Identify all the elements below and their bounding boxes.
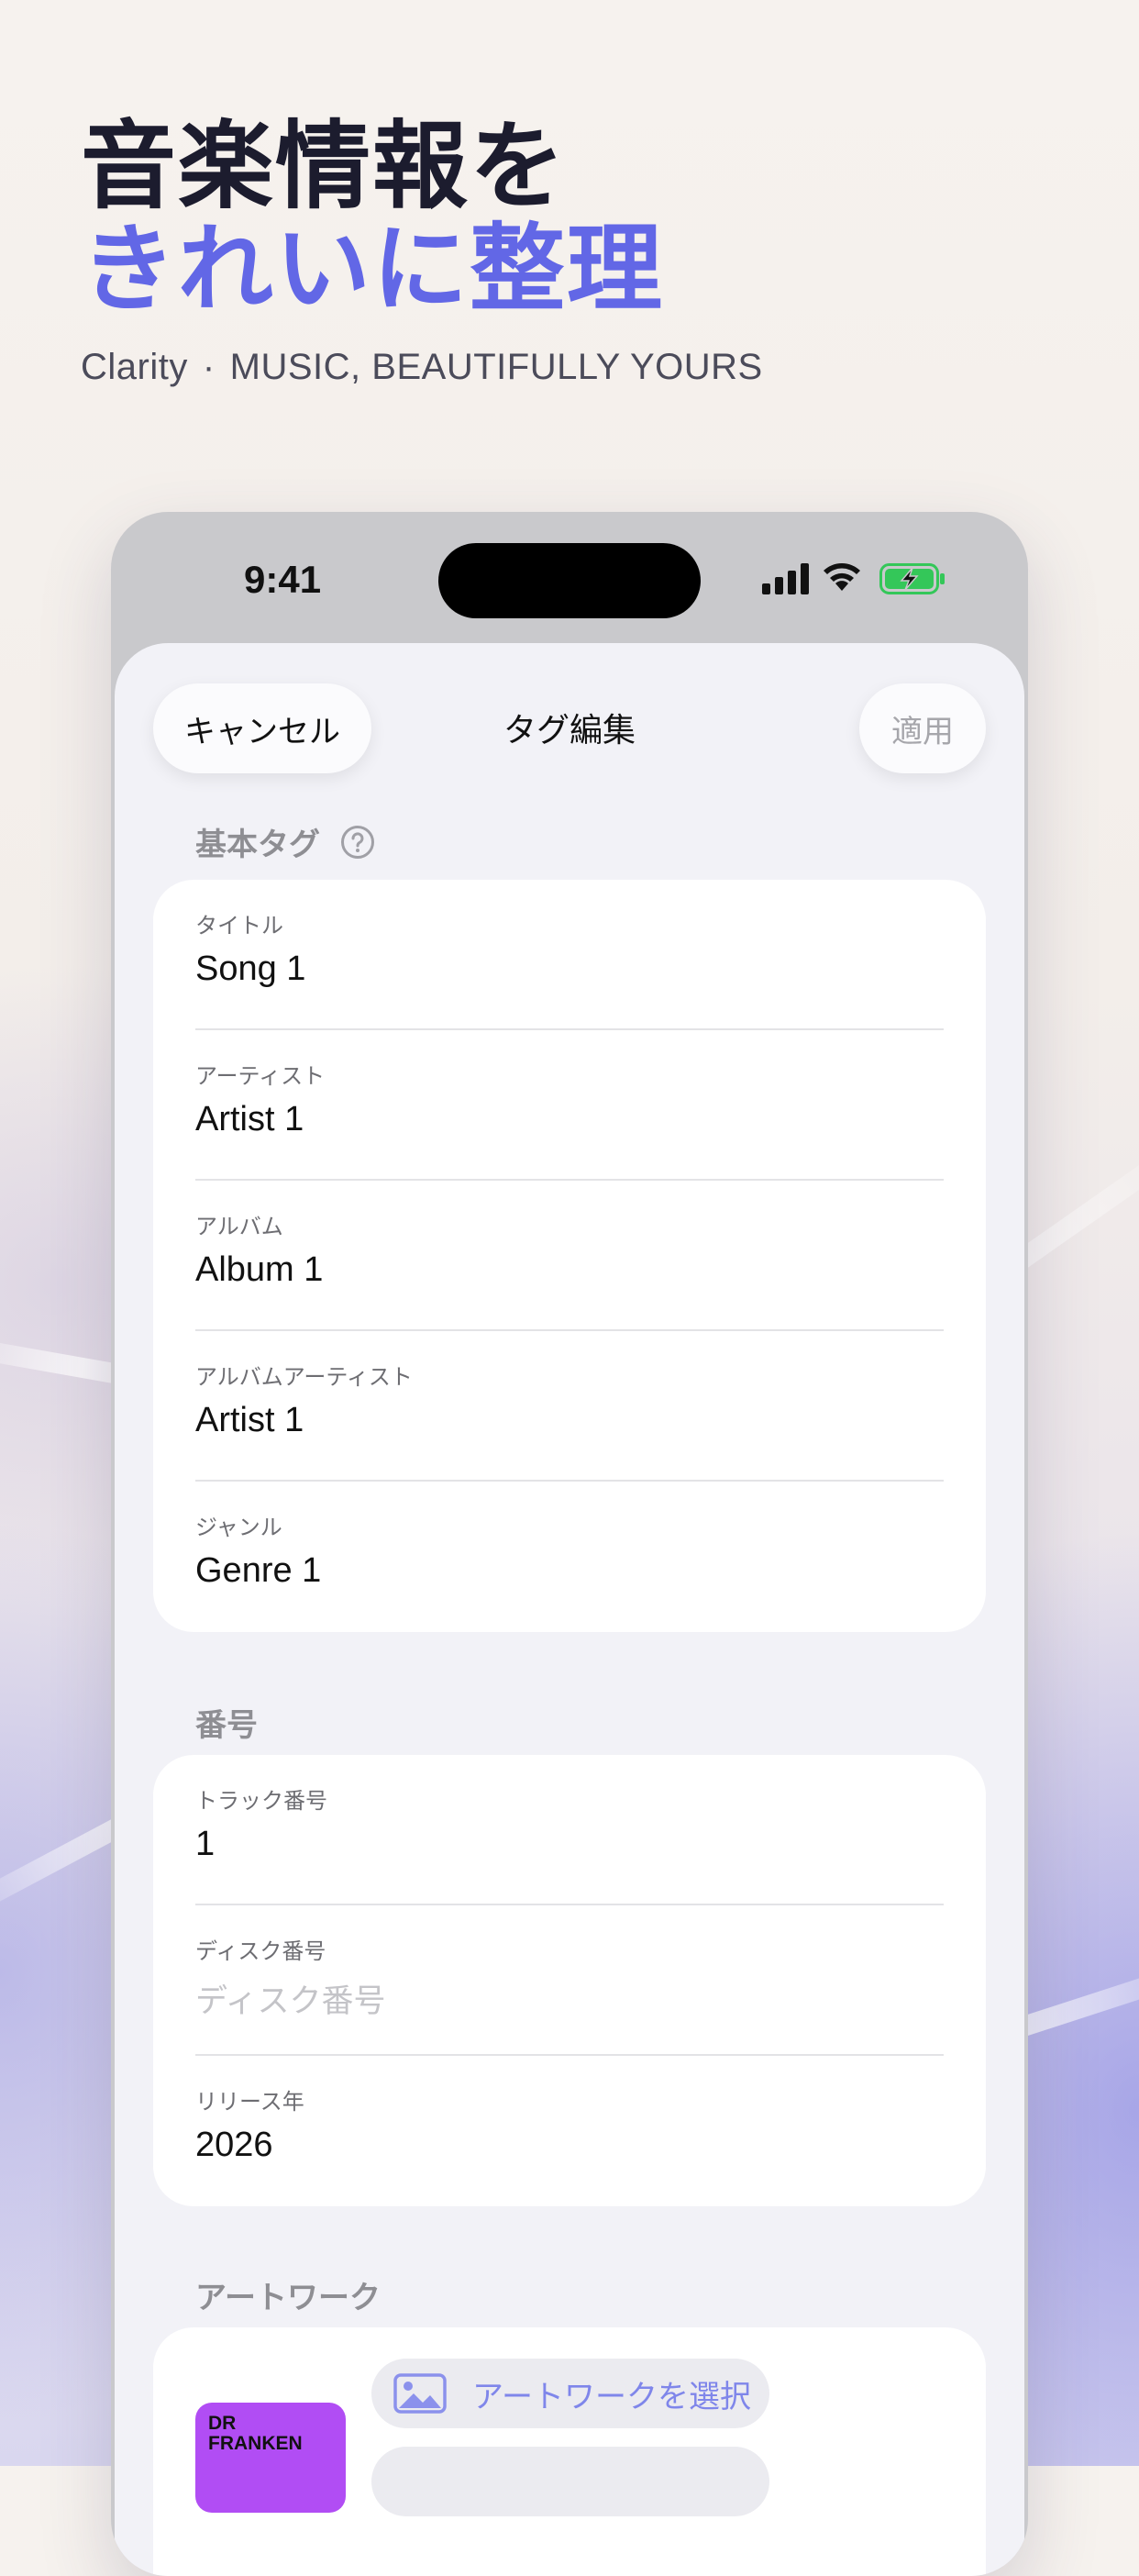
field-value: Genre 1 xyxy=(195,1551,322,1590)
thumb-text-line-1: DR xyxy=(208,2413,237,2434)
field-value: Song 1 xyxy=(195,949,306,988)
hero-line-2: きれいに整理 xyxy=(81,213,665,325)
dynamic-island xyxy=(438,543,701,618)
field-label: タイトル xyxy=(195,913,283,938)
hero-headline: 音楽情報を きれいに整理 xyxy=(81,115,664,320)
tagline-text: MUSIC, BEAUTIFULLY YOURS xyxy=(229,347,763,387)
basic-tags-header-label: 基本タグ xyxy=(195,827,320,863)
help-question-icon[interactable] xyxy=(340,825,375,860)
field-value: 2026 xyxy=(195,2126,273,2164)
tagline-separator: · xyxy=(202,347,216,387)
battery-charging-icon xyxy=(879,563,945,594)
track-number-field[interactable]: トラック番号 1 xyxy=(195,1755,944,1905)
field-label: ディスク番号 xyxy=(195,1938,326,1964)
field-label: アーティスト xyxy=(195,1063,326,1089)
status-bar: 9:41 xyxy=(111,512,1028,640)
field-label: リリース年 xyxy=(195,2089,304,2115)
app-name: Clarity xyxy=(81,347,188,387)
field-label: ジャンル xyxy=(195,1515,282,1540)
numbers-card: トラック番号 1 ディスク番号 ディスク番号 リリース年 2026 xyxy=(153,1755,986,2206)
field-value: 1 xyxy=(195,1825,216,1863)
field-label: トラック番号 xyxy=(195,1788,327,1814)
hero-line-1: 音楽情報を xyxy=(81,110,568,222)
field-value: Album 1 xyxy=(195,1250,324,1289)
artwork-thumbnail-text: DR FRANKEN xyxy=(208,2414,303,2454)
field-label: アルバムアーティスト xyxy=(195,1364,413,1390)
cellular-signal-icon xyxy=(762,563,809,594)
disc-number-field[interactable]: ディスク番号 ディスク番号 xyxy=(195,1905,944,2056)
select-artwork-label: アートワークを選択 xyxy=(472,2378,751,2415)
genre-field[interactable]: ジャンル Genre 1 xyxy=(195,1482,944,1632)
secondary-artwork-button[interactable] xyxy=(371,2447,769,2516)
artist-field[interactable]: アーティスト Artist 1 xyxy=(195,1030,944,1181)
release-year-field[interactable]: リリース年 2026 xyxy=(195,2056,944,2206)
hero-tagline: Clarity · MUSIC, BEAUTIFULLY YOURS xyxy=(81,347,763,388)
field-placeholder: ディスク番号 xyxy=(195,1983,386,2020)
artwork-header: アートワーク xyxy=(195,2272,381,2317)
artwork-card: DR FRANKEN アートワークを選択 xyxy=(153,2327,986,2576)
phone-mockup: 9:41 キャンセル タグ編集 適用 基本タグ タイトル Song 1 アーティ… xyxy=(111,512,1028,2576)
field-value: Artist 1 xyxy=(195,1100,304,1138)
thumb-text-line-2: FRANKEN xyxy=(208,2433,303,2454)
field-label: アルバム xyxy=(195,1214,283,1239)
title-field[interactable]: タイトル Song 1 xyxy=(195,880,944,1030)
basic-tags-card: タイトル Song 1 アーティスト Artist 1 アルバム Album 1… xyxy=(153,880,986,1632)
tag-edit-sheet: キャンセル タグ編集 適用 基本タグ タイトル Song 1 アーティスト Ar… xyxy=(115,643,1024,2576)
artwork-thumbnail[interactable]: DR FRANKEN xyxy=(195,2403,346,2513)
photo-icon xyxy=(393,2373,447,2414)
album-artist-field[interactable]: アルバムアーティスト Artist 1 xyxy=(195,1331,944,1482)
numbers-header: 番号 xyxy=(195,1700,258,1745)
numbers-header-label: 番号 xyxy=(195,1707,258,1744)
field-value: Artist 1 xyxy=(195,1401,304,1439)
wifi-icon xyxy=(824,563,860,591)
select-artwork-button[interactable]: アートワークを選択 xyxy=(371,2359,769,2428)
album-field[interactable]: アルバム Album 1 xyxy=(195,1181,944,1331)
basic-tags-header: 基本タグ xyxy=(195,819,375,864)
apply-button[interactable]: 適用 xyxy=(859,683,986,773)
artwork-header-label: アートワーク xyxy=(195,2280,381,2316)
status-time: 9:41 xyxy=(244,558,322,601)
